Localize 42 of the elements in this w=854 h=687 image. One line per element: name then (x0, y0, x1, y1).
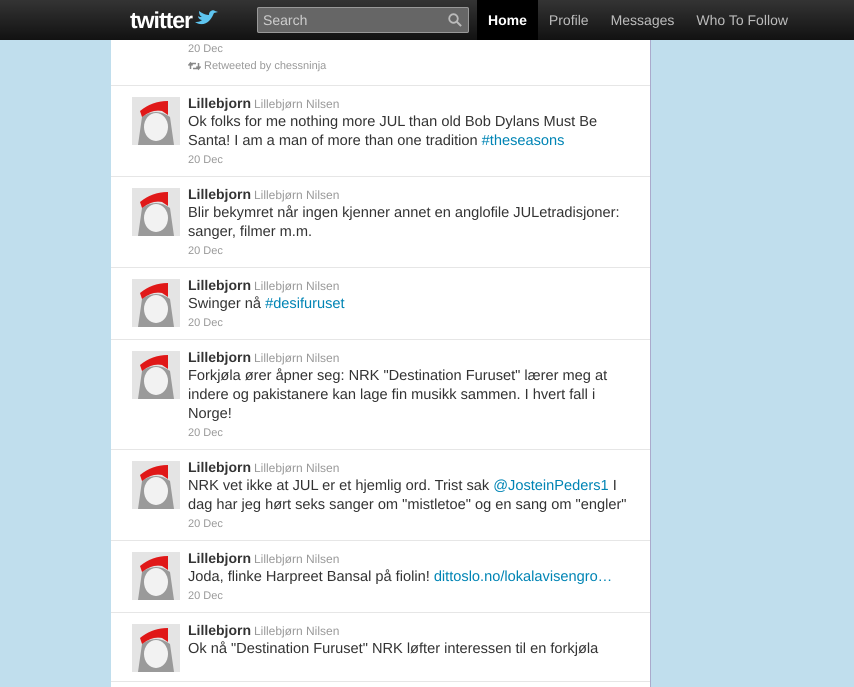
full-name: Lillebjørn Nilsen (254, 350, 340, 364)
avatar-drawing[interactable] (132, 96, 180, 144)
tweet-link[interactable]: #theseasons (482, 132, 564, 148)
tweet-link[interactable]: #desifuruset (265, 296, 345, 312)
avatar-drawing[interactable] (132, 278, 180, 326)
full-name: Lillebjørn Nilsen (254, 552, 340, 566)
retweet-icon (188, 61, 201, 72)
full-name: Lillebjørn Nilsen (254, 96, 340, 110)
retweet-label: Retweeted by chessninja (204, 59, 326, 74)
username[interactable]: Lillebjorn (188, 458, 251, 474)
full-name: Lillebjørn Nilsen (254, 188, 340, 202)
full-name: Lillebjørn Nilsen (254, 278, 340, 292)
tweet-text: Ok folks for me nothing more JUL than old Bob Dylans Must Be Santa! I am a man of more than one tradition #theseasons (188, 112, 598, 150)
nav-tab[interactable]: Home (477, 0, 538, 40)
tweet-text: Ok nå "Destination Furuset" NRK løfter interessen til en forkjøla (188, 640, 600, 658)
avatar-drawing[interactable] (132, 460, 180, 508)
full-name: Lillebjørn Nilsen (254, 460, 340, 474)
search-field[interactable]: Search (257, 7, 469, 33)
tweet-date: 20 Dec (188, 42, 224, 56)
tweet-text: Joda, flinke Harpreet Bansal på fiolin! dittoslo.no/lokalavisengro… (188, 568, 614, 586)
username[interactable]: Lillebjorn (188, 276, 251, 292)
avatar-drawing[interactable] (132, 624, 180, 672)
tweet-link[interactable]: dittoslo.no/lokalavisengro… (434, 568, 612, 584)
full-name: Lillebjørn Nilsen (254, 624, 340, 638)
tweet-text: Forkjøla ører åpner seg: NRK "Destination Furuset" lærer meg at indere og pakistanere kan lage fin musikk sammen. I hvert fall i Norge! (188, 366, 608, 424)
username[interactable]: Lillebjorn (188, 622, 251, 638)
avatar-drawing[interactable] (132, 188, 180, 236)
username[interactable]: Lillebjorn (188, 94, 251, 110)
tweet-link[interactable]: @JosteinPeders1 (493, 478, 609, 494)
avatar-drawing[interactable] (132, 552, 180, 600)
username[interactable]: Lillebjorn (188, 186, 251, 202)
nav-tab[interactable]: Who To Follow (685, 0, 799, 40)
avatar-drawing[interactable] (132, 350, 180, 398)
search-icon (448, 13, 462, 27)
nav-tab[interactable]: Profile (538, 0, 600, 40)
tweet-text: Blir bekymret når ingen kjenner annet en anglofile JULetradisjoner: sanger, filmer m.m. (188, 204, 621, 242)
nav-tab[interactable]: Messages (600, 0, 686, 40)
username[interactable]: Lillebjorn (188, 348, 251, 364)
tweet-text: Swinger nå #desifuruset (188, 294, 346, 314)
username[interactable]: Lillebjorn (188, 550, 251, 566)
logo-text[interactable]: twitter (130, 8, 192, 32)
tweet-text: NRK vet ikke at JUL er et hjemlig ord. Trist sak @JosteinPeders1 I dag har jeg hørt seks sanger om "mistletoe" og en sang om "engler" (188, 476, 628, 514)
